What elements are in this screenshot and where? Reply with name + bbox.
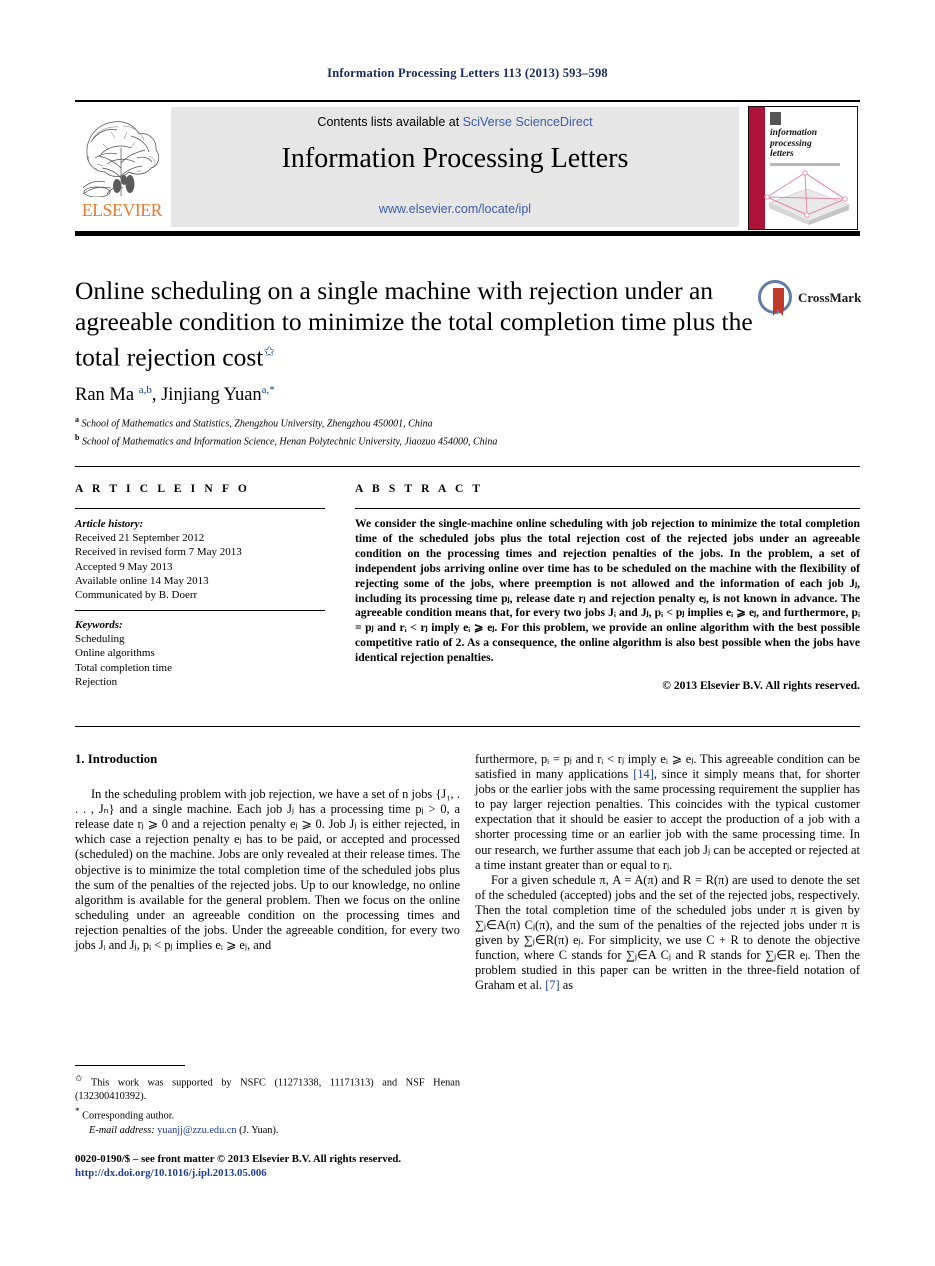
- masthead-top-rule: [75, 100, 860, 102]
- footnote-corresponding: * Corresponding author.: [75, 1105, 460, 1123]
- journal-title: Information Processing Letters: [281, 143, 629, 174]
- keyword-item: Scheduling: [75, 633, 125, 646]
- affiliation-item: a School of Mathematics and Statistics, …: [75, 413, 775, 431]
- abstract-copyright: © 2013 Elsevier B.V. All rights reserved…: [662, 679, 860, 693]
- journal-banner: Contents lists available at SciVerse Sci…: [171, 107, 739, 227]
- history-item: Communicated by B. Doerr: [75, 589, 198, 602]
- affiliation-text-b: School of Mathematics and Information Sc…: [81, 436, 498, 448]
- cover-title-line-1: information: [770, 128, 817, 138]
- doi-link[interactable]: http://dx.doi.org/10.1016/j.ipl.2013.05.…: [75, 1166, 475, 1180]
- masthead-bottom-rule: [75, 231, 860, 236]
- reference-link[interactable]: [14]: [633, 767, 654, 781]
- footnote-rule: [75, 1065, 185, 1066]
- affiliation-list: a School of Mathematics and Statistics, …: [75, 413, 775, 449]
- cover-title-line-3: letters: [770, 149, 794, 159]
- section-heading-introduction: 1. Introduction: [75, 752, 158, 766]
- keyword-item: Total completion time: [75, 661, 172, 674]
- cover-artwork-icon: [764, 170, 851, 225]
- page-title: Online scheduling on a single machine wi…: [75, 275, 755, 373]
- affiliation-item: b School of Mathematics and Information …: [75, 431, 775, 449]
- body-column-left: 1. Introduction In the scheduling proble…: [75, 752, 460, 953]
- footnote-funding-marker: ✩: [75, 1073, 83, 1083]
- abstract-rule: [355, 508, 860, 509]
- elsevier-wordmark: ELSEVIER: [81, 200, 163, 220]
- journal-masthead: ELSEVIER Contents lists available at Sci…: [75, 100, 860, 236]
- keywords-rule: [75, 610, 325, 611]
- crossmark-ribbon-icon: [773, 288, 784, 316]
- body-paragraph: In the scheduling problem with job rejec…: [75, 787, 460, 953]
- elsevier-tree-icon: [77, 108, 165, 201]
- cover-title-text: information processing letters: [770, 128, 817, 160]
- running-head: Information Processing Letters 113 (2013…: [327, 66, 608, 80]
- keyword-item: Rejection: [75, 675, 118, 688]
- sciencedirect-link[interactable]: SciVerse ScienceDirect: [463, 115, 593, 129]
- issn-front-matter: 0020-0190/$ – see front matter © 2013 El…: [75, 1153, 402, 1165]
- footnote-funding-text: This work was supported by NSFC (1127133…: [75, 1077, 461, 1102]
- affiliation-marker-b: b: [75, 432, 80, 442]
- email-address-label: E-mail address:: [89, 1125, 155, 1137]
- footnote-email: E-mail address: yuanjj@zzu.edu.cn (J. Yu…: [75, 1124, 460, 1137]
- author-names: Ran Ma a,b, Jinjiang Yuana,*: [75, 384, 275, 406]
- crossmark-circle-icon: [758, 280, 792, 316]
- history-item: Accepted 9 May 2013: [75, 560, 173, 573]
- body-paragraph: furthermore, pᵢ = pⱼ and rᵢ < rⱼ imply e…: [475, 752, 860, 872]
- keyword-item: Online algorithms: [75, 647, 155, 660]
- cover-title-line-2: processing: [770, 138, 812, 149]
- keywords-block: Keywords: Scheduling Online algorithms T…: [75, 618, 325, 689]
- contents-prefix-text: Contents lists available at: [317, 115, 463, 129]
- info-top-rule: [75, 466, 860, 467]
- footnote-block: ✩ This work was supported by NSFC (11271…: [75, 1072, 460, 1138]
- body-column-right: furthermore, pᵢ = pⱼ and rᵢ < rⱼ imply e…: [475, 752, 860, 994]
- email-owner-text: (J. Yuan).: [239, 1125, 279, 1137]
- cover-logo-chip: [770, 112, 781, 125]
- history-item: Available online 14 May 2013: [75, 574, 209, 587]
- article-info-heading: A R T I C L E I N F O: [75, 483, 250, 495]
- info-bottom-rule: [75, 726, 860, 727]
- document-page: Information Processing Letters 113 (2013…: [0, 0, 935, 1266]
- reference-link[interactable]: [7]: [545, 978, 559, 992]
- keywords-label: Keywords:: [75, 619, 123, 631]
- email-address-link[interactable]: yuanjj@zzu.edu.cn: [157, 1125, 236, 1136]
- title-block: Online scheduling on a single machine wi…: [75, 275, 755, 373]
- affiliation-marker-a: a: [75, 415, 79, 424]
- paper-title-text: Online scheduling on a single machine wi…: [75, 276, 753, 372]
- journal-cover-thumbnail: information processing letters: [748, 106, 858, 230]
- imprint-block: 0020-0190/$ – see front matter © 2013 El…: [75, 1152, 475, 1180]
- footnote-funding: ✩ This work was supported by NSFC (11271…: [75, 1072, 460, 1103]
- abstract-text: We consider the single-machine online sc…: [355, 517, 860, 665]
- elsevier-logo: ELSEVIER: [77, 108, 165, 226]
- body-paragraph: For a given schedule π, A = A(π) and R =…: [475, 872, 860, 993]
- author-list: Ran Ma a,b, Jinjiang Yuana,*: [75, 384, 275, 406]
- contents-available-line: Contents lists available at SciVerse Sci…: [171, 115, 739, 129]
- footnote-corresponding-text: Corresponding author.: [82, 1110, 175, 1122]
- crossmark-badge[interactable]: CrossMark: [758, 279, 862, 319]
- crossmark-label: CrossMark: [798, 290, 862, 305]
- abstract-block: We consider the single-machine online sc…: [355, 517, 860, 694]
- article-info-rule: [75, 508, 325, 509]
- abstract-heading: A B S T R A C T: [355, 483, 484, 495]
- history-item: Received 21 September 2012: [75, 532, 205, 545]
- journal-url-link[interactable]: www.elsevier.com/locate/ipl: [171, 202, 739, 216]
- affiliation-text-a: School of Mathematics and Statistics, Zh…: [81, 418, 433, 430]
- footnote-corresponding-marker: *: [75, 1105, 80, 1116]
- history-item: Received in revised form 7 May 2013: [75, 546, 242, 559]
- article-history-label: Article history:: [75, 518, 144, 530]
- title-footnote-marker: ✩: [263, 345, 276, 360]
- article-history-block: Article history: Received 21 September 2…: [75, 517, 325, 602]
